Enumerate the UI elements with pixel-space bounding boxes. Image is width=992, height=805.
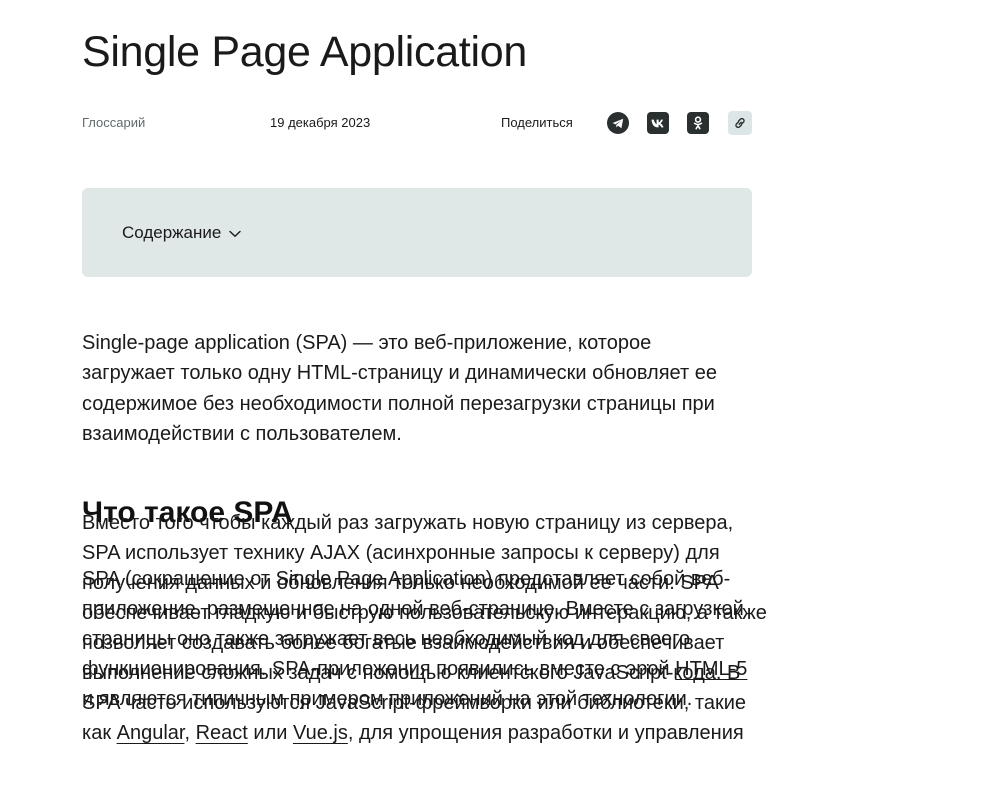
html5-link[interactable]: HTML-5 <box>675 658 747 680</box>
or-word: или <box>253 722 288 744</box>
toc-toggle-button[interactable]: Содержание <box>122 222 242 244</box>
article-page: Single Page Application Глоссарий 19 дек… <box>0 0 992 805</box>
paragraph-a-end: , для упрощения разработки и управления <box>347 722 744 744</box>
category-link[interactable]: Глоссарий <box>82 114 145 134</box>
paragraph-b-end: и являются типичным примером приложений … <box>82 688 693 710</box>
vue-link[interactable]: Vue.js <box>293 722 348 744</box>
react-link[interactable]: React <box>196 722 248 744</box>
toc-label: Содержание <box>122 223 222 242</box>
vk-icon[interactable] <box>647 112 669 134</box>
page-title: Single Page Application <box>82 28 527 76</box>
lead-paragraph: Single-page application (SPA) — это веб-… <box>82 332 717 446</box>
chevron-down-icon <box>229 223 242 243</box>
link-icon[interactable] <box>728 111 752 135</box>
table-of-contents: Содержание <box>82 188 752 277</box>
publish-date: 19 декабря 2023 <box>270 115 371 130</box>
share-label: Поделиться <box>501 115 573 130</box>
odnoklassniki-icon[interactable] <box>687 112 709 134</box>
paragraph-b-text: SPA (сокращение от Single Page Applicati… <box>82 568 744 680</box>
angular-link[interactable]: Angular <box>117 722 185 744</box>
telegram-icon[interactable] <box>607 112 629 134</box>
body-paragraph-spa-definition: SPA (сокращение от Single Page Applicati… <box>82 564 754 714</box>
